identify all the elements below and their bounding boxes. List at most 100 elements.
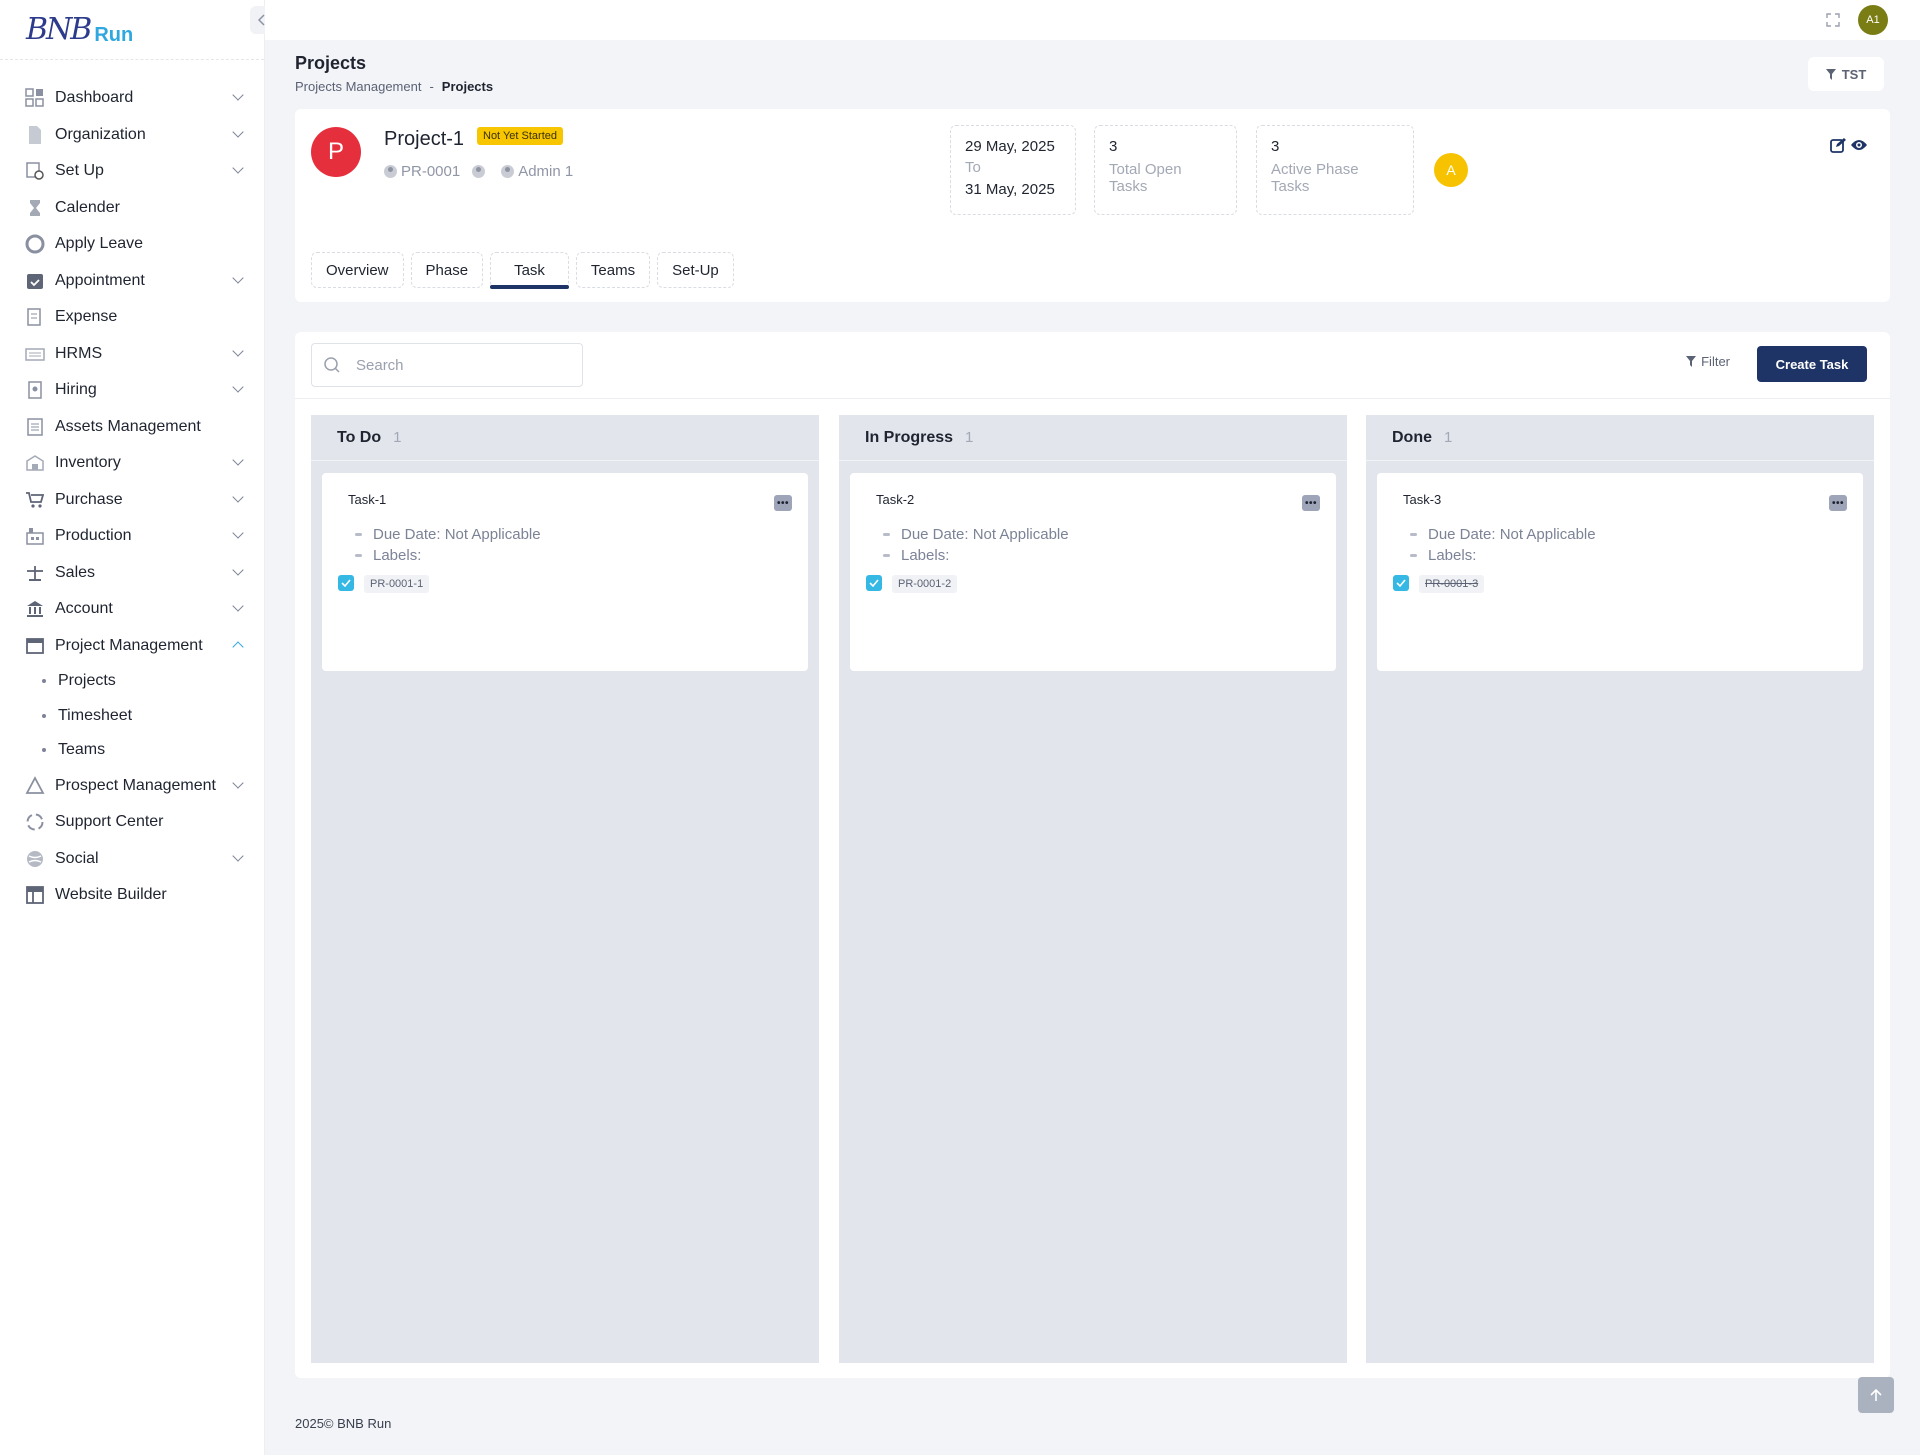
sidebar-item-organization[interactable]: Organization — [0, 117, 264, 154]
column-count: 1 — [1444, 429, 1453, 446]
breadcrumb-item[interactable]: Projects Management — [295, 79, 421, 94]
search-input[interactable] — [356, 356, 556, 374]
more-options-icon[interactable]: ••• — [1302, 495, 1320, 511]
sidebar-item-label: Production — [55, 527, 132, 545]
open-tasks-label: Total Open Tasks — [1109, 161, 1182, 195]
task-code: PR-0001-3 — [1419, 575, 1485, 593]
sidebar-item-account[interactable]: Account — [0, 591, 264, 628]
chevron-down-icon — [232, 381, 244, 393]
sidebar-item-label: Account — [55, 600, 113, 618]
social-icon — [24, 848, 46, 870]
chevron-down-icon — [232, 271, 244, 284]
task-checkbox[interactable] — [866, 575, 882, 591]
sidebar-item-label: Appointment — [55, 271, 145, 289]
filter-chip-button[interactable]: TST — [1808, 57, 1884, 91]
task-labels-text: Labels: — [901, 547, 950, 564]
kanban-column-in-progress: In Progress 1 Task-2 ••• Due Date: Not A… — [839, 415, 1347, 1363]
bullet-icon — [883, 533, 890, 536]
task-due: Due Date: Not Applicable — [883, 524, 1069, 545]
task-code: PR-0001-2 — [892, 575, 958, 593]
sidebar-item-label: Project Management — [55, 636, 203, 654]
tab-task[interactable]: Task — [490, 252, 569, 289]
tab-teams[interactable]: Teams — [575, 252, 651, 288]
arrow-up-icon — [1870, 1388, 1882, 1401]
sidebar-item-apply-leave[interactable]: Apply Leave — [0, 226, 264, 263]
sidebar-item-assets-management[interactable]: Assets Management — [0, 409, 264, 446]
project-owner-text: Admin 1 — [518, 163, 574, 180]
sidebar-item-label: Prospect Management — [55, 776, 216, 794]
sidebar-item-appointment[interactable]: Appointment — [0, 263, 264, 300]
more-options-icon[interactable]: ••• — [1829, 495, 1847, 511]
task-checkbox[interactable] — [338, 575, 354, 591]
sidebar-item-label: Dashboard — [55, 89, 134, 107]
chevron-up-icon — [232, 640, 244, 653]
column-count: 1 — [965, 429, 974, 446]
member-avatar[interactable]: A — [1434, 153, 1468, 187]
calendar-check-icon — [24, 270, 46, 292]
sidebar-item-prospect-management[interactable]: Prospect Management — [0, 768, 264, 805]
create-task-button[interactable]: Create Task — [1757, 346, 1867, 382]
task-card[interactable]: Task-2 ••• Due Date: Not Applicable Labe… — [850, 473, 1336, 671]
sidebar-subitem-timesheet[interactable]: Timesheet — [0, 699, 264, 734]
search-icon — [324, 357, 340, 373]
sidebar-subitem-teams[interactable]: Teams — [0, 733, 264, 768]
sidebar-item-label: Purchase — [55, 490, 123, 508]
eye-icon[interactable] — [1850, 137, 1868, 153]
project-meta: PR-0001 Admin 1 — [384, 163, 573, 180]
sidebar-item-inventory[interactable]: Inventory — [0, 445, 264, 482]
sidebar-subitem-label: Timesheet — [58, 706, 133, 724]
sidebar-item-website-builder[interactable]: Website Builder — [0, 877, 264, 914]
sidebar-item-sales[interactable]: Sales — [0, 555, 264, 592]
breadcrumb: Projects Management - Projects — [295, 79, 493, 94]
search-box[interactable] — [311, 343, 583, 387]
brand-logo[interactable]: BNB Run — [0, 0, 264, 60]
sidebar-item-project-management[interactable]: Project Management — [0, 628, 264, 665]
task-card[interactable]: Task-1 ••• Due Date: Not Applicable Labe… — [322, 473, 808, 671]
sidebar-item-hrms[interactable]: HRMS — [0, 336, 264, 373]
sidebar-item-label: Calender — [55, 198, 120, 216]
task-due: Due Date: Not Applicable — [1410, 524, 1596, 545]
check-icon — [341, 579, 351, 587]
date-end: 31 May, 2025 — [965, 181, 1055, 198]
task-details: Due Date: Not Applicable Labels: — [883, 524, 1069, 566]
project-code-text: PR-0001 — [401, 163, 461, 180]
inventory-icon — [24, 452, 46, 474]
sidebar-item-support-center[interactable]: Support Center — [0, 804, 264, 841]
scale-icon — [24, 562, 46, 584]
sidebar-item-dashboard[interactable]: Dashboard — [0, 80, 264, 117]
sidebar-subitem-projects[interactable]: Projects — [0, 664, 264, 699]
breadcrumb-separator: - — [429, 79, 434, 94]
task-code: PR-0001-1 — [364, 575, 430, 593]
lifebuoy-icon — [24, 233, 46, 255]
tab-setup[interactable]: Set-Up — [657, 252, 734, 288]
column-title: In Progress — [865, 428, 954, 446]
sidebar-item-label: HRMS — [55, 344, 103, 362]
task-due-text: Due Date: Not Applicable — [373, 526, 541, 543]
column-count: 1 — [393, 429, 402, 446]
sidebar-item-social[interactable]: Social — [0, 841, 264, 878]
task-name: Task-1 — [348, 492, 387, 507]
tab-phase[interactable]: Phase — [410, 252, 484, 288]
edit-icon[interactable] — [1830, 137, 1846, 153]
scroll-to-top-button[interactable] — [1858, 1377, 1894, 1413]
user-icon — [501, 165, 515, 178]
task-card[interactable]: Task-3 ••• Due Date: Not Applicable Labe… — [1377, 473, 1863, 671]
sidebar-item-production[interactable]: Production — [0, 518, 264, 555]
user-icon — [384, 165, 397, 178]
filter-label: Filter — [1701, 354, 1730, 369]
user-avatar[interactable]: A1 — [1858, 5, 1888, 35]
sidebar-item-setup[interactable]: Set Up — [0, 153, 264, 190]
sidebar-item-calender[interactable]: Calender — [0, 190, 264, 227]
chevron-down-icon — [232, 600, 244, 612]
sidebar-item-purchase[interactable]: Purchase — [0, 482, 264, 519]
task-labels: Labels: — [355, 545, 541, 566]
task-labels-text: Labels: — [1428, 547, 1477, 564]
sidebar-item-hiring[interactable]: Hiring — [0, 372, 264, 409]
task-labels-text: Labels: — [373, 547, 422, 564]
fullscreen-icon[interactable] — [1826, 13, 1840, 27]
more-options-icon[interactable]: ••• — [774, 495, 792, 511]
task-checkbox[interactable] — [1393, 575, 1409, 591]
filter-button[interactable]: Filter — [1686, 354, 1730, 369]
sidebar-item-expense[interactable]: Expense — [0, 299, 264, 336]
tab-overview[interactable]: Overview — [311, 252, 404, 288]
